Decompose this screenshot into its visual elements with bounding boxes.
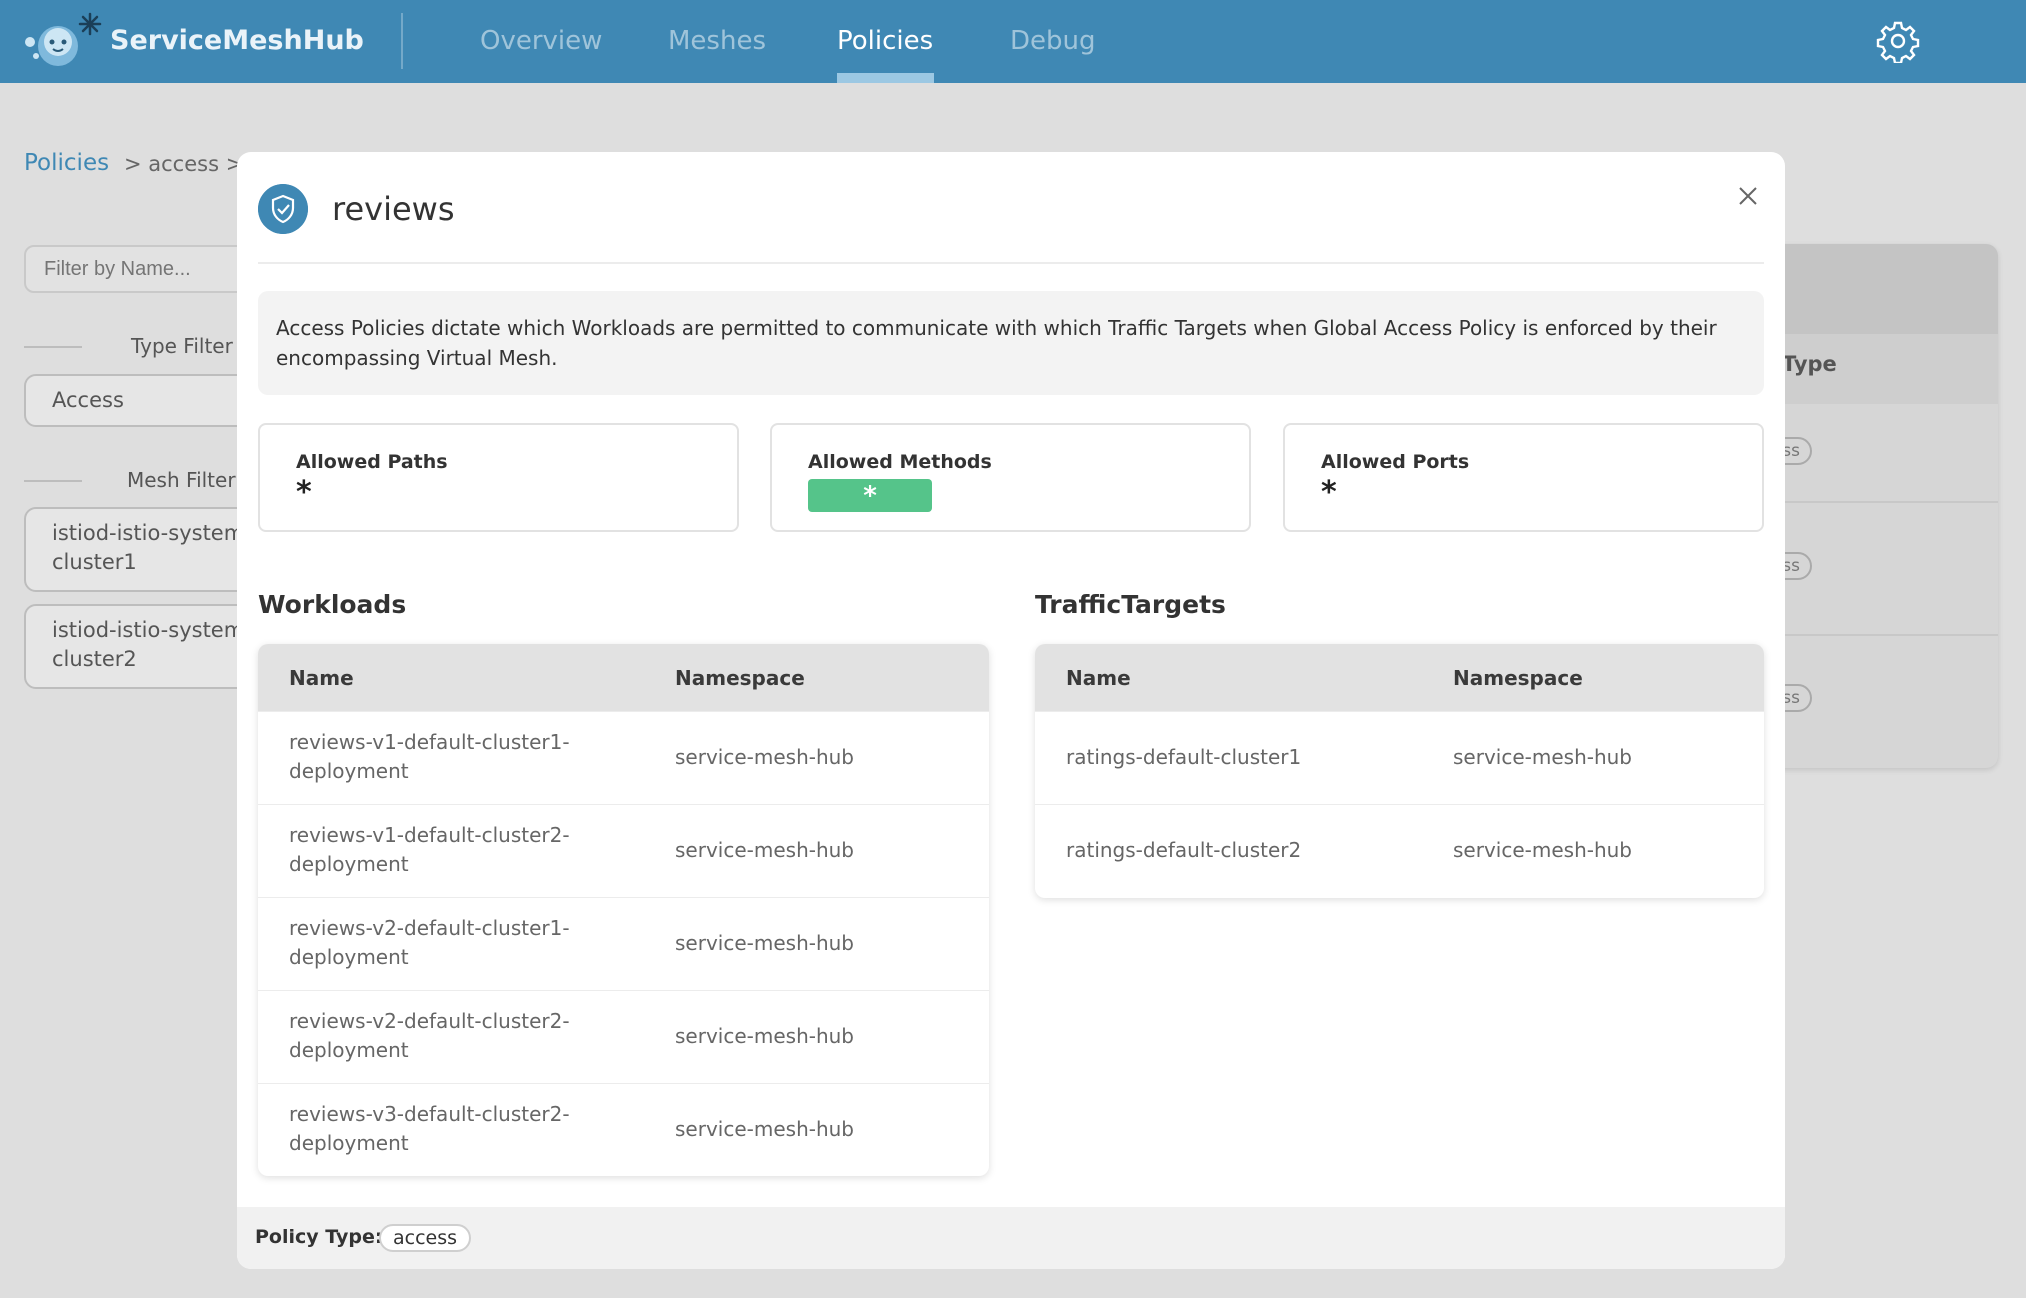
allowed-methods-badge: * <box>808 479 932 512</box>
allowed-methods-label: Allowed Methods <box>808 451 992 473</box>
breadcrumb-trail: > access > <box>124 152 244 176</box>
tab-debug[interactable]: Debug <box>1010 22 1096 60</box>
workload-namespace: service-mesh-hub <box>675 1117 855 1141</box>
workload-name: reviews-v3-default-cluster2-deployment <box>289 1102 570 1155</box>
workloads-title: Workloads <box>258 590 407 619</box>
workload-name: reviews-v2-default-cluster2-deployment <box>289 1009 570 1062</box>
allowed-ports-label: Allowed Ports <box>1321 451 1470 473</box>
column-header-name: Name <box>289 666 354 690</box>
policy-details-modal: reviews Access Policies dictate which Wo… <box>237 152 1785 1269</box>
top-nav: ServiceMeshHub Overview Meshes Policies … <box>0 0 2026 83</box>
tab-policies[interactable]: Policies <box>837 22 933 60</box>
type-filter-divider <box>24 346 82 348</box>
workloads-table-header: Name Namespace <box>258 644 989 711</box>
shield-check-icon <box>258 184 308 234</box>
column-header-namespace: Namespace <box>1453 666 1583 690</box>
workload-namespace: service-mesh-hub <box>675 931 855 955</box>
breadcrumb-policies-link[interactable]: Policies <box>24 148 109 178</box>
mesh-filter-divider <box>24 480 82 482</box>
type-filter-heading: Type Filter <box>131 334 233 358</box>
workload-name: reviews-v1-default-cluster2-deployment <box>289 823 570 876</box>
allowed-paths-label: Allowed Paths <box>296 451 448 473</box>
traffic-target-namespace: service-mesh-hub <box>1453 745 1633 769</box>
table-row[interactable]: reviews-v1-default-cluster2-deployment s… <box>258 804 989 897</box>
allowed-paths-value: * <box>296 475 312 510</box>
traffic-targets-table: Name Namespace ratings-default-cluster1 … <box>1035 644 1764 898</box>
close-icon[interactable] <box>1734 182 1762 210</box>
modal-footer: Policy Type: access <box>237 1207 1785 1269</box>
workloads-table: Name Namespace reviews-v1-default-cluste… <box>258 644 989 1176</box>
traffic-target-name: ratings-default-cluster2 <box>1066 838 1302 862</box>
workload-namespace: service-mesh-hub <box>675 838 855 862</box>
table-row[interactable]: reviews-v3-default-cluster2-deployment s… <box>258 1083 989 1176</box>
column-header-namespace: Namespace <box>675 666 805 690</box>
traffic-target-name: ratings-default-cluster1 <box>1066 745 1302 769</box>
mesh-filter-heading: Mesh Filter <box>127 468 236 492</box>
workload-namespace: service-mesh-hub <box>675 1024 855 1048</box>
allowed-ports-card: Allowed Ports * <box>1283 423 1764 532</box>
gear-icon[interactable] <box>1876 19 1920 63</box>
table-row[interactable]: reviews-v1-default-cluster1-deployment s… <box>258 711 989 804</box>
modal-divider <box>258 262 1764 264</box>
table-row[interactable]: reviews-v2-default-cluster1-deployment s… <box>258 897 989 990</box>
traffic-targets-title: TrafficTargets <box>1035 590 1226 619</box>
policy-description: Access Policies dictate which Workloads … <box>258 291 1764 395</box>
column-header-name: Name <box>1066 666 1131 690</box>
traffic-target-namespace: service-mesh-hub <box>1453 838 1633 862</box>
workload-name: reviews-v2-default-cluster1-deployment <box>289 916 570 969</box>
table-row[interactable]: reviews-v2-default-cluster2-deployment s… <box>258 990 989 1083</box>
active-tab-indicator <box>837 73 934 83</box>
policy-type-badge: access <box>379 1224 472 1252</box>
allowed-ports-value: * <box>1321 475 1337 510</box>
workload-namespace: service-mesh-hub <box>675 745 855 769</box>
allowed-methods-card: Allowed Methods * <box>770 423 1251 532</box>
mascot-logo-icon[interactable] <box>22 12 104 70</box>
brand-name[interactable]: ServiceMeshHub <box>110 22 364 60</box>
workload-name: reviews-v1-default-cluster1-deployment <box>289 730 570 783</box>
nav-divider <box>401 13 403 69</box>
traffic-targets-table-header: Name Namespace <box>1035 644 1764 711</box>
type-column-header[interactable]: Type <box>1782 352 1837 376</box>
policy-type-label: Policy Type: <box>255 1226 383 1248</box>
allowed-paths-card: Allowed Paths * <box>258 423 739 532</box>
tab-meshes[interactable]: Meshes <box>668 22 766 60</box>
table-row[interactable]: ratings-default-cluster1 service-mesh-hu… <box>1035 711 1764 804</box>
table-row[interactable]: ratings-default-cluster2 service-mesh-hu… <box>1035 804 1764 897</box>
tab-overview[interactable]: Overview <box>480 22 602 60</box>
modal-title: reviews <box>332 190 455 228</box>
